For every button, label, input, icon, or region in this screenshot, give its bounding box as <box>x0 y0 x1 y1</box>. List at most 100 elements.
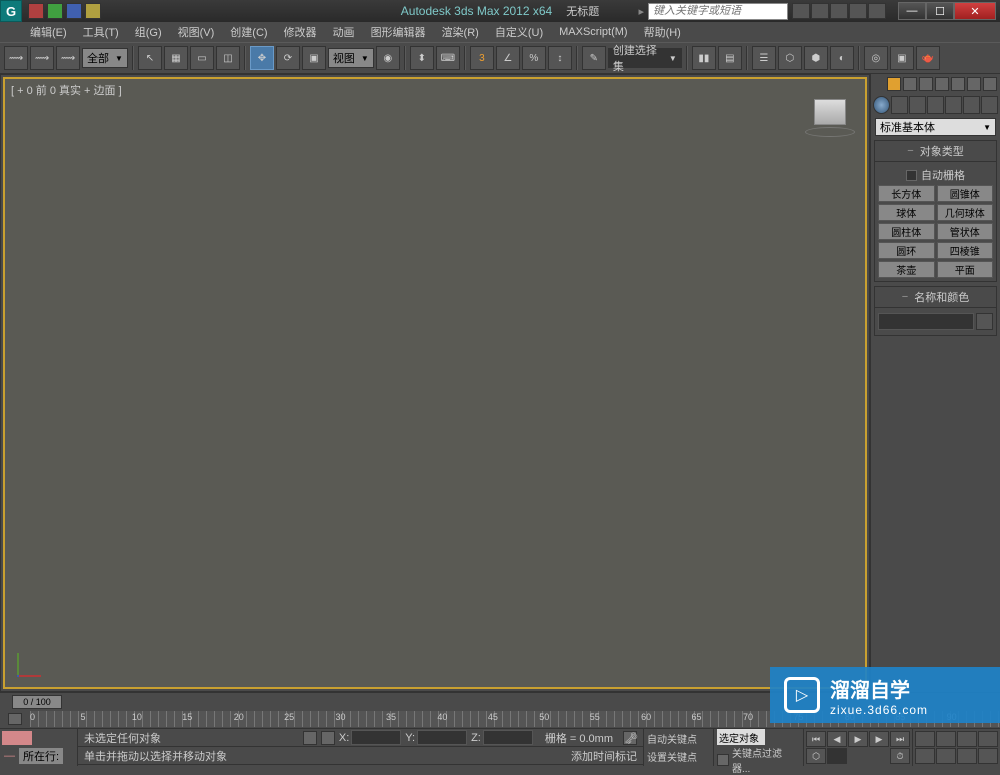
display-tab[interactable] <box>945 96 962 114</box>
hammer-icon[interactable] <box>983 77 997 91</box>
material-editor-icon[interactable]: ◐ <box>830 46 854 70</box>
key-mode-icon[interactable] <box>717 754 729 766</box>
cone-button[interactable]: 圆锥体 <box>937 185 994 202</box>
selection-filter-dropdown[interactable]: 全部 <box>82 48 128 68</box>
select-icon[interactable]: ↖ <box>138 46 162 70</box>
render-frame-icon[interactable]: ▣ <box>890 46 914 70</box>
light-icon[interactable] <box>887 77 901 91</box>
undo-icon[interactable] <box>28 3 44 19</box>
goto-end-icon[interactable]: ⏭ <box>890 731 910 747</box>
move-icon[interactable]: ✥ <box>250 46 274 70</box>
fov-icon[interactable] <box>915 748 935 764</box>
selected-sets-dropdown[interactable]: 选定对象 <box>717 729 765 745</box>
next-frame-icon[interactable]: ▶ <box>869 731 889 747</box>
schematic-icon[interactable]: ⬢ <box>804 46 828 70</box>
time-config-icon[interactable]: ⏱ <box>890 748 910 764</box>
abs-rel-icon[interactable] <box>321 731 335 745</box>
menu-help[interactable]: 帮助(H) <box>636 22 689 42</box>
unlink-icon[interactable]: ⟿ <box>30 46 54 70</box>
script-mini-icon[interactable] <box>2 731 32 745</box>
teapot-button[interactable]: 茶壶 <box>878 261 935 278</box>
plane-button[interactable]: 平面 <box>937 261 994 278</box>
geometry-type-dropdown[interactable]: 标准基本体 <box>875 118 996 136</box>
setkey-button[interactable]: 设置关键点 <box>647 749 697 764</box>
pan-icon[interactable] <box>936 748 956 764</box>
rotate-icon[interactable]: ⟳ <box>276 46 300 70</box>
sphere-button[interactable]: 球体 <box>878 204 935 221</box>
snap-icon[interactable]: 3 <box>470 46 494 70</box>
maximize-button[interactable]: ☐ <box>926 2 954 20</box>
qat-dropdown-icon[interactable] <box>85 3 101 19</box>
helper-icon[interactable] <box>919 77 933 91</box>
percent-snap-icon[interactable]: % <box>522 46 546 70</box>
pivot-icon[interactable]: ◉ <box>376 46 400 70</box>
bind-spacewarp-icon[interactable]: ⟿ <box>56 46 80 70</box>
extra-tab[interactable] <box>981 96 998 114</box>
layers-icon[interactable]: ☰ <box>752 46 776 70</box>
object-color-swatch[interactable] <box>976 313 993 330</box>
lock-icon[interactable] <box>303 731 317 745</box>
goto-start-icon[interactable]: ⏮ <box>806 731 826 747</box>
close-button[interactable]: ✕ <box>954 2 996 20</box>
time-input[interactable] <box>827 748 847 764</box>
render-setup-icon[interactable]: ◎ <box>864 46 888 70</box>
menu-animation[interactable]: 动画 <box>325 22 363 42</box>
torus-button[interactable]: 圆环 <box>878 242 935 259</box>
time-slider-handle[interactable]: 0 / 100 <box>12 695 62 709</box>
maximize-viewport-icon[interactable] <box>978 748 998 764</box>
minimize-button[interactable]: — <box>898 2 926 20</box>
autokey-button[interactable]: 自动关键点 <box>647 731 697 746</box>
link-icon[interactable] <box>66 3 82 19</box>
camera-icon[interactable] <box>903 77 917 91</box>
menu-views[interactable]: 视图(V) <box>170 22 223 42</box>
menu-tools[interactable]: 工具(T) <box>75 22 127 42</box>
named-sel-dropdown[interactable]: 创建选择集 <box>608 48 682 68</box>
select-manipulate-icon[interactable]: ⬍ <box>410 46 434 70</box>
motion-tab[interactable] <box>927 96 944 114</box>
align-icon[interactable]: ▤ <box>718 46 742 70</box>
create-tab[interactable] <box>873 96 890 114</box>
cylinder-button[interactable]: 圆柱体 <box>878 223 935 240</box>
redo-icon[interactable] <box>47 3 63 19</box>
object-name-input[interactable] <box>878 313 974 330</box>
menu-group[interactable]: 组(G) <box>127 22 170 42</box>
angle-snap-icon[interactable]: ∠ <box>496 46 520 70</box>
menu-modifiers[interactable]: 修改器 <box>276 22 325 42</box>
prev-frame-icon[interactable]: ◀ <box>827 731 847 747</box>
orbit-icon[interactable] <box>957 748 977 764</box>
app-icon[interactable]: G <box>0 0 22 22</box>
curve-editor-icon[interactable]: ⬡ <box>778 46 802 70</box>
mirror-icon[interactable]: ▮▮ <box>692 46 716 70</box>
spacewarp-icon[interactable] <box>935 77 949 91</box>
add-time-tag-button[interactable]: 添加时间标记 <box>571 748 637 764</box>
pyramid-button[interactable]: 四棱锥 <box>937 242 994 259</box>
track-toggle-icon[interactable] <box>8 713 22 725</box>
zoom-extents-all-icon[interactable] <box>978 731 998 747</box>
key-filters-button[interactable]: 关键点过滤器... <box>732 745 800 775</box>
select-link-icon[interactable]: ⟿ <box>4 46 28 70</box>
window-cross-icon[interactable]: ◫ <box>216 46 240 70</box>
help-icon[interactable] <box>868 3 886 19</box>
star-icon[interactable] <box>849 3 867 19</box>
hierarchy-tab[interactable] <box>909 96 926 114</box>
menu-maxscript[interactable]: MAXScript(M) <box>551 24 635 40</box>
select-rect-icon[interactable]: ▭ <box>190 46 214 70</box>
search-icon[interactable] <box>792 3 810 19</box>
box-button[interactable]: 长方体 <box>878 185 935 202</box>
key-lock-icon[interactable]: 🗝 <box>623 731 637 745</box>
viewport-front[interactable]: [ + 0 前 0 真实 + 边面 ] <box>3 77 867 689</box>
keyboard-toggle-icon[interactable]: ⌨ <box>436 46 460 70</box>
comm-icon[interactable] <box>830 3 848 19</box>
systems-icon[interactable] <box>951 77 965 91</box>
select-name-icon[interactable]: ▦ <box>164 46 188 70</box>
named-sel-edit-icon[interactable]: ✎ <box>582 46 606 70</box>
zoom-all-icon[interactable] <box>936 731 956 747</box>
search-input[interactable] <box>648 3 788 20</box>
utilities-tab[interactable] <box>963 96 980 114</box>
x-input[interactable] <box>351 730 401 745</box>
modify-tab[interactable] <box>891 96 908 114</box>
key-icon[interactable] <box>811 3 829 19</box>
geosphere-button[interactable]: 几何球体 <box>937 204 994 221</box>
menu-edit[interactable]: 编辑(E) <box>22 22 75 42</box>
spinner-snap-icon[interactable]: ↕ <box>548 46 572 70</box>
